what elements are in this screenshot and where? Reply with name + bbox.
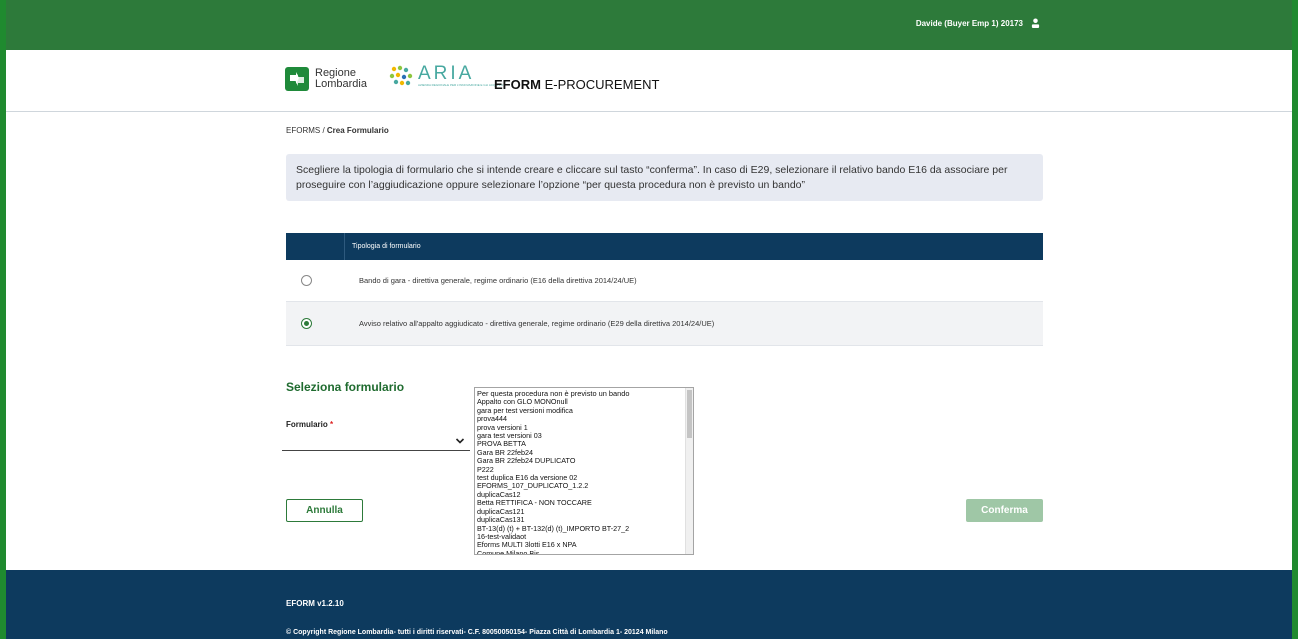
dropdown-option[interactable]: gara per test versioni modifica (477, 407, 685, 415)
dropdown-option[interactable]: duplicaCas131 (477, 516, 685, 524)
radio-bando-di-gara[interactable] (301, 275, 312, 286)
dropdown-option[interactable]: Gara BR 22feb24 (477, 449, 685, 457)
copyright: © Copyright Regione Lombardia- tutti i d… (286, 629, 668, 636)
app-title: EFORM E-PROCUREMENT (494, 77, 659, 92)
header: Regione Lombardia ARIA AZIENDA REGIONALE… (0, 50, 1298, 112)
aria-text: ARIA (418, 63, 475, 84)
required-mark: * (330, 420, 334, 429)
aria-dots-icon (389, 65, 413, 86)
dropdown-option[interactable]: 16-test-validaot (477, 533, 685, 541)
formulario-select[interactable] (282, 450, 470, 451)
dropdown-option[interactable]: P222 (477, 466, 685, 474)
breadcrumb-root[interactable]: EFORMS (286, 126, 320, 135)
dropdown-option[interactable]: prova444 (477, 415, 685, 423)
formulario-label: Formulario * (286, 420, 333, 429)
dropdown-option[interactable]: gara test versioni 03 (477, 432, 685, 440)
dropdown-option[interactable]: duplicaCas121 (477, 508, 685, 516)
dropdown-option[interactable]: test duplica E16 da versione 02 (477, 474, 685, 482)
form-type-table: Tipologia di formulario Bando di gara - … (286, 233, 1043, 346)
dropdown-option[interactable]: Appalto con GLO MONOnull (477, 398, 685, 406)
dropdown-option[interactable]: EFORMS_107_DUPLICATO_1.2.2 (477, 482, 685, 490)
table-row[interactable]: Bando di gara - direttiva generale, regi… (286, 260, 1043, 302)
table-row[interactable]: Avviso relativo all'appalto aggiudicato … (286, 302, 1043, 346)
dropdown-option[interactable]: Gara BR 22feb24 DUPLICATO (477, 457, 685, 465)
aria-logo: ARIA AZIENDA REGIONALE PER L'INNOVAZIONE… (388, 63, 504, 87)
breadcrumb-current: Crea Formulario (326, 126, 389, 135)
app-version: EFORM v1.2.10 (286, 599, 344, 608)
table-header-empty-cell (286, 233, 345, 260)
chevron-down-icon[interactable] (455, 437, 465, 445)
aria-subtitle: AZIENDA REGIONALE PER L'INNOVAZIONE E GL… (418, 83, 504, 87)
rl-line2: Lombardia (315, 78, 367, 90)
dropdown-option[interactable]: prova versioni 1 (477, 424, 685, 432)
table-header-label: Tipologia di formulario (352, 243, 421, 250)
scrollbar-thumb[interactable] (687, 390, 692, 438)
app-title-rest: E-PROCUREMENT (540, 77, 660, 92)
dropdown-option[interactable]: Eforms MULTI 3lotti E16 x NPA (477, 541, 685, 549)
dropdown-scrollbar[interactable] (685, 388, 693, 554)
row-label: Bando di gara - direttiva generale, regi… (359, 276, 637, 285)
cancel-button[interactable]: Annulla (286, 499, 363, 522)
dropdown-option[interactable]: BT-13(d) (t) + BT-132(d) (t)_IMPORTO BT-… (477, 525, 685, 533)
dropdown-option[interactable]: Betta RETTIFICA - NON TOCCARE (477, 499, 685, 507)
dropdown-options: Per questa procedura non è previsto un b… (475, 388, 685, 554)
app-title-bold: EFORM (494, 77, 541, 92)
regione-lombardia-mark-icon (285, 67, 309, 91)
user-icon (1031, 18, 1040, 28)
info-box: Scegliere la tipologia di formulario che… (286, 154, 1043, 201)
regione-lombardia-logo: Regione Lombardia (285, 67, 367, 91)
dropdown-option[interactable]: duplicaCas12 (477, 491, 685, 499)
dropdown-option[interactable]: PROVA BETTA (477, 440, 685, 448)
formulario-dropdown-list[interactable]: Per questa procedura non è previsto un b… (474, 387, 694, 555)
confirm-button[interactable]: Conferma (966, 499, 1043, 522)
top-bar: Davide (Buyer Emp 1) 20173 (0, 0, 1298, 50)
dropdown-option[interactable]: Comune Milano Bis (477, 550, 685, 554)
dropdown-option[interactable]: Per questa procedura non è previsto un b… (477, 390, 685, 398)
radio-avviso-aggiudicato[interactable] (301, 318, 312, 329)
breadcrumb: EFORMS / Crea Formulario (286, 126, 389, 135)
table-header: Tipologia di formulario (286, 233, 1043, 260)
breadcrumb-separator: / (320, 126, 327, 135)
row-label: Avviso relativo all'appalto aggiudicato … (359, 319, 715, 328)
section-title: Seleziona formulario (286, 380, 405, 394)
footer: EFORM v1.2.10 © Copyright Regione Lombar… (0, 570, 1298, 639)
user-name: Davide (Buyer Emp 1) 20173 (915, 18, 1023, 28)
formulario-label-text: Formulario (286, 420, 328, 429)
user-menu[interactable]: Davide (Buyer Emp 1) 20173 (916, 18, 1040, 28)
